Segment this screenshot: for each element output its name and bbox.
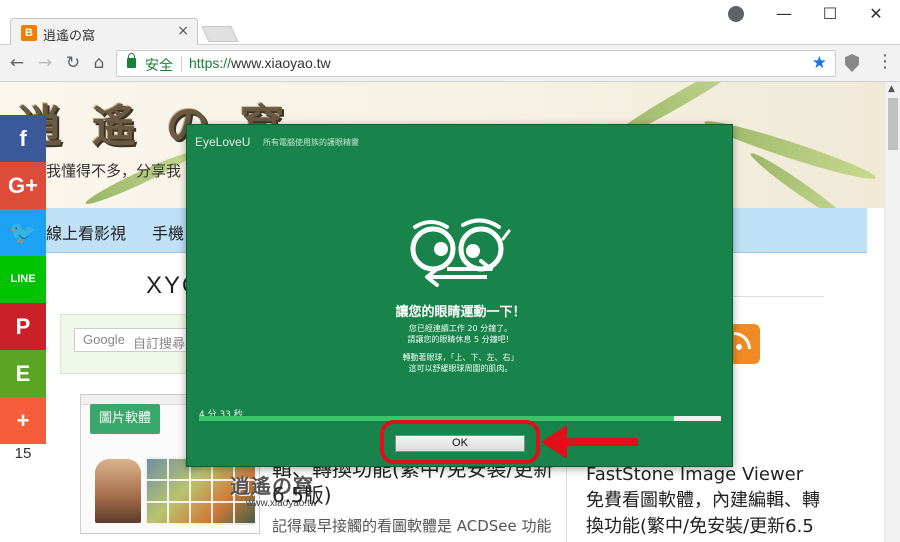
- search-placeholder: 自訂搜尋: [133, 337, 186, 352]
- omnibox-separator: [181, 56, 182, 72]
- social-share-bar: f G+ 🐦 LINE P E +15: [0, 115, 46, 464]
- forward-icon[interactable]: →: [34, 53, 56, 73]
- thumbnail-photo: [95, 459, 141, 523]
- article-snippet: 記得最早接觸的看圖軟體是 ACDSee 功能相當完整，: [272, 517, 552, 542]
- extension-shield-icon[interactable]: [845, 54, 859, 72]
- nav-item-video[interactable]: 線上看影視: [46, 220, 126, 244]
- eyes-icon: [410, 218, 511, 287]
- address-bar[interactable]: 安全 https://www.xiaoyao.tw ★: [116, 50, 836, 77]
- google-plus-icon[interactable]: G+: [0, 162, 46, 209]
- maximize-button[interactable]: ☐: [810, 4, 850, 23]
- browser-toolbar: ← → ↻ ⌂ 安全 https://www.xiaoyao.tw ★ ⋮: [0, 45, 900, 82]
- sidebar-article-title[interactable]: FastStone Image Viewer 免費看圖軟體，內建編輯、轉換功能(…: [586, 462, 826, 542]
- more-icon[interactable]: +: [0, 397, 46, 444]
- share-count: 15: [0, 444, 46, 464]
- evernote-icon[interactable]: E: [0, 350, 46, 397]
- close-window-button[interactable]: ✕: [856, 4, 896, 23]
- tab-title: 逍遙の窩: [43, 29, 96, 44]
- browser-tab[interactable]: B 逍遙の窩 ×: [10, 18, 198, 46]
- google-search-input[interactable]: Google 自訂搜尋: [74, 328, 198, 352]
- browser-menu-icon[interactable]: ⋮: [876, 51, 894, 72]
- lock-icon: [127, 53, 136, 68]
- security-label[interactable]: 安全: [145, 55, 173, 75]
- annotation-arrow-head: [541, 425, 567, 459]
- annotation-arrow-shaft: [566, 438, 638, 446]
- annotation-highlight-ring: [380, 420, 540, 464]
- bookmark-star-icon[interactable]: ★: [812, 53, 827, 73]
- page-scrollbar[interactable]: ▲: [884, 82, 900, 542]
- dialog-line: 請讓您的眼睛休息 5 分鐘吧！: [407, 335, 514, 344]
- profile-icon[interactable]: [728, 6, 744, 22]
- blogger-favicon-icon: B: [21, 25, 37, 41]
- scroll-up-icon[interactable]: ▲: [888, 84, 895, 94]
- dialog-line: 您已經連續工作 20 分鐘了。: [408, 324, 513, 333]
- browser-tabstrip: B 逍遙の窩 × — ☐ ✕: [0, 0, 900, 46]
- dialog-line: 這可以舒緩眼球周圍的肌肉。: [408, 364, 513, 373]
- nav-item-mobile[interactable]: 手機: [152, 220, 184, 244]
- google-brand: Google: [83, 332, 125, 347]
- url-text[interactable]: https://www.xiaoyao.tw: [189, 55, 331, 71]
- eyeloveu-dialog: EyeLoveU 所有電腦使用族的護眼精靈 讓您的眼睛運動一下！ 您已經連續工作…: [186, 124, 733, 467]
- minimize-button[interactable]: —: [764, 4, 804, 23]
- new-tab-button[interactable]: [201, 26, 239, 42]
- back-icon[interactable]: ←: [6, 53, 28, 73]
- reload-icon[interactable]: ↻: [62, 53, 84, 73]
- tab-close-icon[interactable]: ×: [177, 23, 189, 39]
- facebook-icon[interactable]: f: [0, 115, 46, 162]
- dialog-subtitle: 所有電腦使用族的護眼精靈: [263, 138, 359, 147]
- dialog-headline: 讓您的眼睛運動一下！: [395, 305, 526, 320]
- category-badge[interactable]: 圖片軟體: [90, 404, 160, 434]
- scrollbar-thumb[interactable]: [888, 98, 898, 150]
- dialog-app-name: EyeLoveU: [195, 135, 251, 149]
- pinterest-icon[interactable]: P: [0, 303, 46, 350]
- url-host: www.xiaoyao.tw: [231, 55, 331, 71]
- twitter-icon[interactable]: 🐦: [0, 209, 46, 256]
- line-icon[interactable]: LINE: [0, 256, 46, 303]
- home-icon[interactable]: ⌂: [88, 53, 110, 73]
- site-tagline: 我懂得不多，分享我: [46, 162, 182, 180]
- url-scheme: https://: [189, 55, 232, 71]
- dialog-line: 轉動著眼球，「上、下、左、右」: [402, 353, 519, 362]
